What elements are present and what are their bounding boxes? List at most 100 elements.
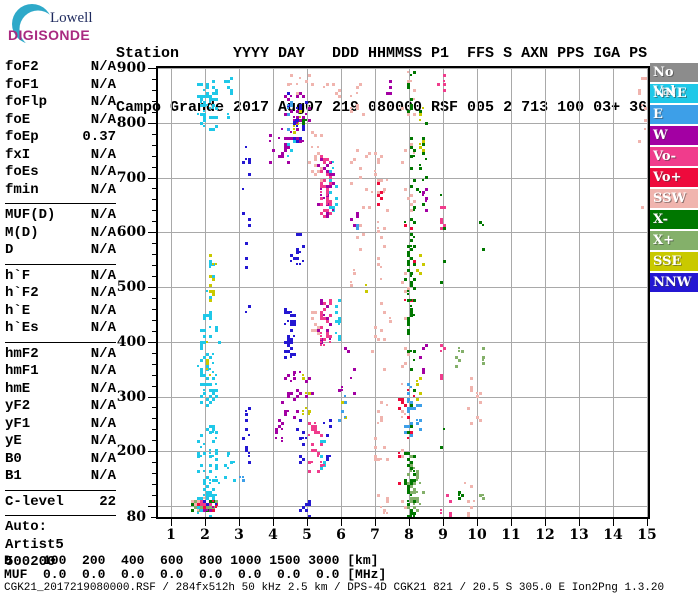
echo-point — [302, 410, 304, 412]
echo-point — [338, 389, 341, 392]
echo-point — [200, 446, 202, 448]
echo-point — [203, 497, 205, 499]
echo-point — [212, 263, 214, 265]
echo-point — [386, 500, 389, 503]
echo-point — [350, 182, 353, 185]
echo-point — [419, 503, 421, 505]
parameter-value: N/A — [90, 380, 116, 397]
echo-point — [305, 437, 307, 439]
echo-point — [200, 395, 203, 398]
echo-point — [374, 170, 376, 172]
echo-point — [389, 86, 392, 89]
echo-point — [326, 194, 328, 196]
echo-point — [413, 455, 416, 458]
echo-point — [359, 224, 362, 227]
legend-item: No Val — [650, 63, 698, 99]
x-axis-label: 13 — [569, 527, 589, 543]
echo-point — [245, 242, 248, 245]
echo-point — [200, 434, 203, 437]
echo-point — [317, 152, 320, 155]
echo-point — [203, 470, 205, 472]
echo-point — [200, 455, 202, 457]
echo-point — [419, 119, 421, 121]
echo-point — [326, 83, 329, 86]
echo-point — [407, 437, 409, 439]
echo-point — [413, 359, 415, 361]
echo-point — [296, 128, 299, 131]
echo-point — [407, 506, 410, 509]
echo-point — [308, 107, 311, 110]
echo-point — [320, 440, 322, 442]
echo-point — [326, 188, 329, 191]
echo-point — [215, 467, 218, 470]
echo-point — [269, 134, 272, 137]
echo-point — [356, 215, 359, 218]
echo-point — [299, 77, 301, 79]
echo-point — [311, 317, 314, 320]
echo-point — [440, 446, 443, 449]
echo-point — [407, 410, 410, 413]
echo-point — [290, 131, 292, 133]
echo-point — [215, 383, 217, 385]
echo-point — [401, 161, 404, 164]
parameter-row: fxI N/A — [5, 147, 116, 165]
echo-point — [206, 491, 209, 494]
echo-point — [377, 338, 380, 341]
echo-point — [308, 434, 310, 436]
echo-point — [413, 287, 415, 289]
echo-point — [416, 479, 418, 481]
x-axis-tick — [239, 519, 240, 526]
echo-point — [422, 143, 425, 146]
echo-point — [368, 206, 371, 209]
echo-point — [212, 371, 214, 373]
echo-point — [293, 377, 296, 380]
echo-point — [470, 485, 473, 488]
echo-point — [311, 428, 314, 431]
echo-point — [212, 494, 215, 497]
echo-point — [419, 392, 422, 395]
echo-point — [215, 107, 218, 110]
parameter-label: yE — [5, 433, 22, 449]
legend-item: E — [650, 105, 698, 124]
echo-point — [422, 179, 424, 181]
echo-point — [407, 353, 410, 356]
echo-point — [380, 506, 382, 508]
echo-point — [440, 221, 443, 224]
echo-point — [227, 86, 230, 89]
echo-point — [248, 173, 251, 176]
echo-point — [209, 368, 211, 370]
header-field-names: Station YYYY DAY DDD HHMMSS P1 FFS S AXN… — [116, 45, 648, 62]
echo-point — [437, 83, 440, 86]
echo-point — [248, 161, 251, 164]
echo-point — [467, 500, 470, 503]
echo-point — [209, 470, 212, 473]
echo-point — [215, 89, 218, 92]
echo-point — [320, 335, 322, 337]
legend-item: NNW — [650, 273, 698, 292]
echo-point — [470, 506, 473, 509]
echo-point — [212, 278, 215, 281]
echo-point — [467, 515, 470, 517]
echo-point — [203, 389, 205, 391]
echo-point — [329, 338, 331, 340]
echo-point — [377, 227, 379, 229]
echo-point — [305, 101, 308, 104]
echo-point — [248, 452, 250, 454]
echo-point — [245, 410, 247, 412]
echo-point — [206, 398, 209, 401]
echo-point — [644, 77, 647, 80]
echo-point — [212, 86, 215, 89]
y-axis-tick — [148, 342, 156, 343]
echo-point — [407, 263, 410, 266]
echo-point — [299, 461, 302, 464]
x-axis-label: 7 — [370, 527, 380, 543]
echo-point — [407, 299, 410, 302]
parameter-label: foEp — [5, 129, 39, 145]
echo-point — [407, 251, 410, 254]
parameter-value: 22 — [99, 493, 116, 510]
echo-point — [302, 458, 305, 461]
echo-point — [245, 428, 248, 431]
echo-point — [377, 257, 380, 260]
echo-point — [410, 167, 413, 170]
echo-point — [344, 416, 346, 418]
